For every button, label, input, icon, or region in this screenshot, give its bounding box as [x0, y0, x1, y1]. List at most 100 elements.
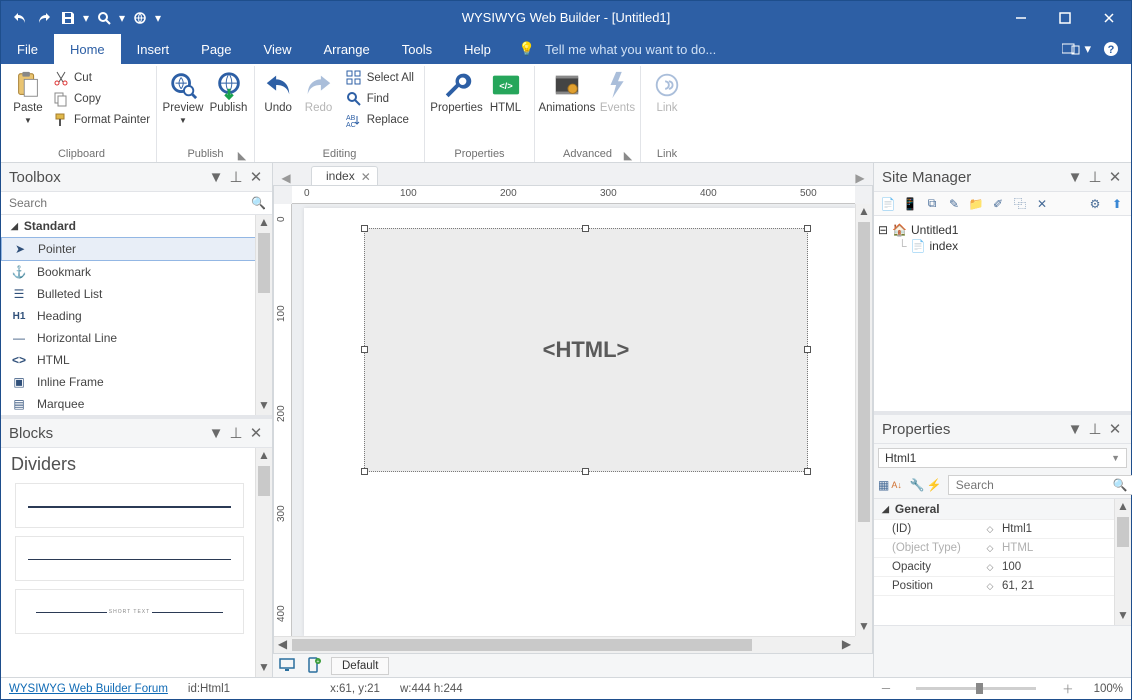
sm-copy-icon[interactable]: ⿻	[1010, 194, 1030, 214]
toolbox-item-horizontal-line[interactable]: —Horizontal Line	[1, 327, 272, 349]
menu-insert[interactable]: Insert	[121, 34, 186, 64]
blocks-menu-icon[interactable]: ▼	[208, 425, 224, 441]
sm-props-icon[interactable]: ⚙	[1085, 194, 1105, 214]
divider-block-2[interactable]	[15, 536, 244, 581]
prop-events-icon[interactable]: ⚡	[927, 475, 942, 495]
prop-cat-general[interactable]: ◢General	[874, 499, 1131, 520]
find-button[interactable]: Find	[342, 89, 418, 109]
zoom-slider[interactable]	[916, 687, 1036, 690]
prop-wrench-icon[interactable]: 🔧	[910, 475, 925, 495]
menu-help[interactable]: Help	[448, 34, 507, 64]
screens-icon[interactable]	[1062, 42, 1080, 56]
zoom-in-icon[interactable]: ＋	[1062, 681, 1074, 697]
canvas-scrollbar-h[interactable]: ◀▶	[274, 636, 855, 653]
undo-button[interactable]: Undo	[259, 68, 297, 114]
sm-delete-icon[interactable]: ✕	[1032, 194, 1052, 214]
prop-row-id[interactable]: (ID)◇Html1	[874, 520, 1131, 539]
zoom-out-icon[interactable]: ─	[882, 683, 890, 695]
copy-button[interactable]: Copy	[49, 89, 154, 109]
prop-pin-icon[interactable]: ⊥	[1087, 421, 1103, 437]
link-button[interactable]: Link	[645, 68, 689, 114]
prop-search-icon[interactable]: 🔍	[1113, 478, 1128, 492]
cut-button[interactable]: Cut	[49, 68, 154, 88]
qat-publish-dropdown-icon[interactable]: ▾	[153, 7, 163, 29]
format-painter-button[interactable]: Format Painter	[49, 110, 154, 130]
canvas[interactable]: 0 100 200 300 400 500 0 100 200 300 400 …	[273, 185, 873, 653]
tab-nav-right-icon[interactable]: ▶	[853, 171, 867, 185]
toolbox-item-inline-frame[interactable]: ▣Inline Frame	[1, 371, 272, 393]
minimize-button[interactable]	[999, 1, 1043, 34]
canvas-scrollbar-v[interactable]: ▲▼	[855, 204, 872, 636]
sm-pin-icon[interactable]: ⊥	[1087, 169, 1103, 185]
menu-home[interactable]: Home	[54, 34, 121, 64]
sm-menu-icon[interactable]: ▼	[1067, 169, 1083, 185]
qat-undo-icon[interactable]	[9, 7, 31, 29]
tab-index[interactable]: index ✕	[311, 166, 378, 185]
toolbox-search-input[interactable]	[7, 195, 251, 211]
search-icon[interactable]: 🔍	[251, 196, 266, 210]
toolbox-item-bulleted-list[interactable]: ☰Bulleted List	[1, 283, 272, 305]
toolbox-item-heading[interactable]: H1Heading	[1, 305, 272, 327]
toolbox-category-standard[interactable]: ◢Standard	[1, 215, 272, 237]
blocks-pin-icon[interactable]: ⊥	[228, 425, 244, 441]
divider-block-3[interactable]: SHORT TEXT	[15, 589, 244, 634]
qat-save-dropdown-icon[interactable]: ▾	[81, 7, 91, 29]
status-forum-link[interactable]: WYSIWYG Web Builder Forum	[9, 683, 168, 695]
events-button[interactable]: Events	[598, 68, 637, 114]
publish-button[interactable]: Publish	[207, 68, 250, 114]
toolbox-menu-icon[interactable]: ▼	[208, 169, 224, 185]
animations-button[interactable]: Animations	[538, 68, 596, 114]
toolbox-close-icon[interactable]: ✕	[248, 169, 264, 185]
redo-button[interactable]: Redo	[299, 68, 337, 114]
menu-arrange[interactable]: Arrange	[307, 34, 385, 64]
sm-edit-icon[interactable]: ✎	[944, 194, 964, 214]
menu-view[interactable]: View	[248, 34, 308, 64]
menu-tools[interactable]: Tools	[386, 34, 448, 64]
help-icon[interactable]: ?	[1103, 41, 1119, 57]
sm-clone-icon[interactable]: ⧉	[922, 194, 942, 214]
html-button[interactable]: </> HTML	[484, 68, 528, 114]
viewbar-desktop-icon[interactable]	[279, 657, 297, 675]
toolbox-pin-icon[interactable]: ⊥	[228, 169, 244, 185]
toolbox-item-bookmark[interactable]: ⚓Bookmark	[1, 261, 272, 283]
prop-object-select[interactable]: Html1▼	[878, 448, 1127, 468]
qat-preview-dropdown-icon[interactable]: ▾	[117, 7, 127, 29]
prop-search-input[interactable]	[954, 477, 1113, 493]
publish-launcher-icon[interactable]: ◣	[236, 149, 248, 161]
toolbox-item-marquee[interactable]: ▤Marquee	[1, 393, 272, 415]
preview-button[interactable]: Preview▼	[161, 68, 205, 125]
tree-page-index[interactable]: └📄index	[878, 238, 1127, 254]
divider-block-1[interactable]	[15, 483, 244, 528]
sm-new-page-icon[interactable]: 📄	[878, 194, 898, 214]
toolbox-item-pointer[interactable]: ➤Pointer	[1, 237, 272, 261]
prop-alpha-icon[interactable]: A↓	[891, 475, 902, 495]
sm-folder-icon[interactable]: 📁	[966, 194, 986, 214]
selected-html-object[interactable]: <HTML>	[364, 228, 808, 472]
sm-up-icon[interactable]: ⬆	[1107, 194, 1127, 214]
sm-new-mobile-icon[interactable]: 📱	[900, 194, 920, 214]
tab-close-icon[interactable]: ✕	[361, 170, 373, 182]
menu-file[interactable]: File	[1, 34, 54, 64]
viewbar-mobile-icon[interactable]: +	[305, 657, 323, 675]
prop-scrollbar[interactable]: ▲▼	[1114, 499, 1131, 625]
prop-categorized-icon[interactable]: ▦	[878, 475, 889, 495]
qat-redo-icon[interactable]	[33, 7, 55, 29]
advanced-launcher-icon[interactable]: ◣	[622, 149, 634, 161]
qat-preview-icon[interactable]	[93, 7, 115, 29]
properties-button[interactable]: Properties	[432, 68, 482, 114]
close-button[interactable]	[1087, 1, 1131, 34]
qat-save-icon[interactable]	[57, 7, 79, 29]
sm-close-icon[interactable]: ✕	[1107, 169, 1123, 185]
prop-row-opacity[interactable]: Opacity◇100	[874, 558, 1131, 577]
prop-close-icon[interactable]: ✕	[1107, 421, 1123, 437]
sm-rename-icon[interactable]: ✐	[988, 194, 1008, 214]
toolbox-scrollbar[interactable]: ▲▼	[255, 215, 272, 415]
prop-row-position[interactable]: Position◇61, 21	[874, 577, 1131, 596]
select-all-button[interactable]: Select All	[342, 68, 418, 88]
prop-menu-icon[interactable]: ▼	[1067, 421, 1083, 437]
site-tree[interactable]: ⊟🏠Untitled1 └📄index	[874, 216, 1131, 411]
tellme-input[interactable]: Tell me what you want to do...	[545, 42, 716, 57]
toolbox-item-html[interactable]: <>HTML	[1, 349, 272, 371]
maximize-button[interactable]	[1043, 1, 1087, 34]
replace-button[interactable]: ABACReplace	[342, 110, 418, 130]
